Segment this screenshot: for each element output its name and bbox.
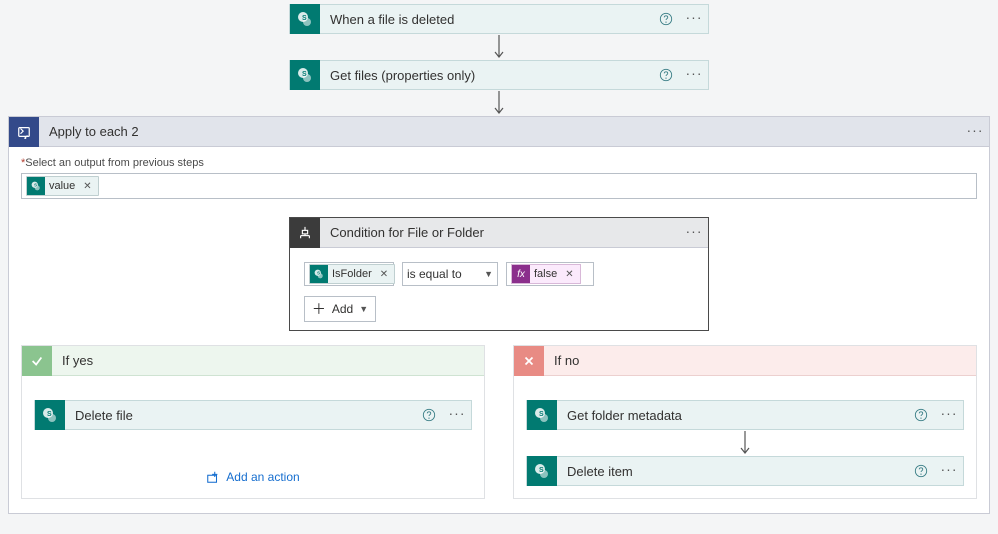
apply-to-each-container: Apply to each 2 ··· *Select an output fr…: [8, 116, 990, 514]
help-icon[interactable]: [907, 408, 935, 422]
operator-text: is equal to: [407, 267, 462, 281]
add-action-label: Add an action: [226, 470, 299, 484]
action-get-files[interactable]: Get files (properties only) ···: [289, 60, 709, 90]
if-no-label: If no: [544, 353, 589, 368]
add-action-icon: [206, 470, 220, 484]
sharepoint-icon: [527, 456, 557, 486]
more-icon[interactable]: ···: [935, 461, 963, 481]
sharepoint-icon: [310, 265, 328, 283]
more-icon[interactable]: ···: [961, 122, 989, 142]
flow-arrow-icon: [492, 34, 506, 60]
more-icon[interactable]: ···: [680, 223, 708, 243]
condition-card: Condition for File or Folder ··· IsFolde…: [289, 217, 709, 331]
sharepoint-icon: [527, 400, 557, 430]
action-get-folder-metadata[interactable]: Get folder metadata ···: [526, 400, 964, 430]
remove-token-icon[interactable]: ✕: [380, 269, 388, 280]
token-text: false: [534, 268, 557, 280]
token-text: IsFolder: [332, 268, 372, 280]
help-icon[interactable]: [907, 464, 935, 478]
cross-icon: [514, 346, 544, 376]
plus-icon: ＋: [312, 302, 326, 316]
if-no-branch: If no Get folder metadata ··· Delete ite…: [513, 345, 977, 499]
if-no-header[interactable]: If no: [514, 346, 976, 376]
if-yes-header[interactable]: If yes: [22, 346, 484, 376]
flow-arrow-icon: [492, 90, 506, 116]
ate-input-label: *Select an output from previous steps: [21, 157, 977, 169]
chevron-down-icon: ▼: [484, 269, 493, 279]
loop-icon: [9, 117, 39, 147]
condition-right-operand[interactable]: fx false ✕: [506, 262, 594, 286]
more-icon[interactable]: ···: [680, 9, 708, 29]
action-delete-item[interactable]: Delete item ···: [526, 456, 964, 486]
sharepoint-icon: [35, 400, 65, 430]
sharepoint-icon: [27, 177, 45, 195]
dynamic-token-isfolder[interactable]: IsFolder ✕: [309, 264, 395, 284]
ate-input-field[interactable]: value ✕: [21, 173, 977, 199]
add-label: Add: [332, 302, 353, 316]
condition-left-operand[interactable]: IsFolder ✕: [304, 262, 394, 286]
action-delete-file[interactable]: Delete file ···: [34, 400, 472, 430]
remove-token-icon[interactable]: ✕: [83, 181, 91, 192]
check-icon: [22, 346, 52, 376]
action-title: Get folder metadata: [557, 408, 907, 423]
chevron-down-icon: ▼: [359, 304, 368, 314]
more-icon[interactable]: ···: [935, 405, 963, 425]
token-text: value: [49, 180, 75, 192]
more-icon[interactable]: ···: [680, 65, 708, 85]
sharepoint-icon: [290, 4, 320, 34]
help-icon[interactable]: [415, 408, 443, 422]
if-yes-label: If yes: [52, 353, 103, 368]
fx-icon: fx: [512, 265, 530, 283]
sharepoint-icon: [290, 60, 320, 90]
action-title: When a file is deleted: [320, 12, 652, 27]
condition-operator-select[interactable]: is equal to ▼: [402, 262, 498, 286]
apply-to-each-title: Apply to each 2: [39, 124, 961, 139]
expression-token-false[interactable]: fx false ✕: [511, 264, 581, 284]
apply-to-each-header[interactable]: Apply to each 2 ···: [9, 117, 989, 147]
if-yes-branch: If yes Delete file ··· Add an action: [21, 345, 485, 499]
help-icon[interactable]: [652, 68, 680, 82]
add-action-link[interactable]: Add an action: [206, 470, 299, 484]
action-title: Delete file: [65, 408, 415, 423]
trigger-when-file-deleted[interactable]: When a file is deleted ···: [289, 4, 709, 34]
condition-header[interactable]: Condition for File or Folder ···: [290, 218, 708, 248]
action-title: Delete item: [557, 464, 907, 479]
dynamic-token-value[interactable]: value ✕: [26, 176, 99, 196]
condition-icon: [290, 218, 320, 248]
remove-token-icon[interactable]: ✕: [565, 269, 573, 280]
more-icon[interactable]: ···: [443, 405, 471, 425]
action-title: Get files (properties only): [320, 68, 652, 83]
add-condition-button[interactable]: ＋ Add ▼: [304, 296, 376, 322]
condition-title: Condition for File or Folder: [320, 225, 680, 240]
flow-arrow-icon: [738, 430, 752, 456]
help-icon[interactable]: [652, 12, 680, 26]
